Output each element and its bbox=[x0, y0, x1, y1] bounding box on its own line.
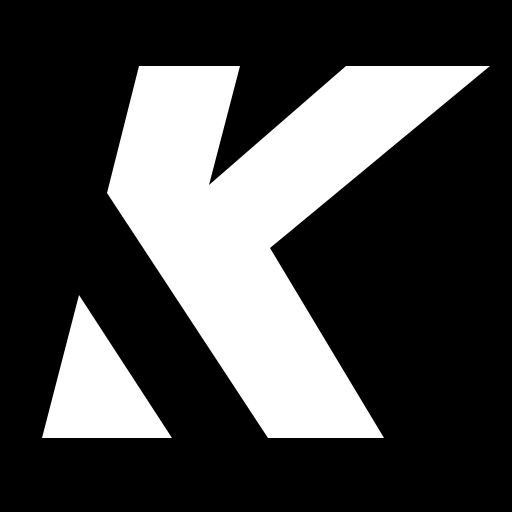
k-letter-logo-icon bbox=[0, 0, 512, 512]
app-icon-canvas bbox=[0, 0, 512, 512]
